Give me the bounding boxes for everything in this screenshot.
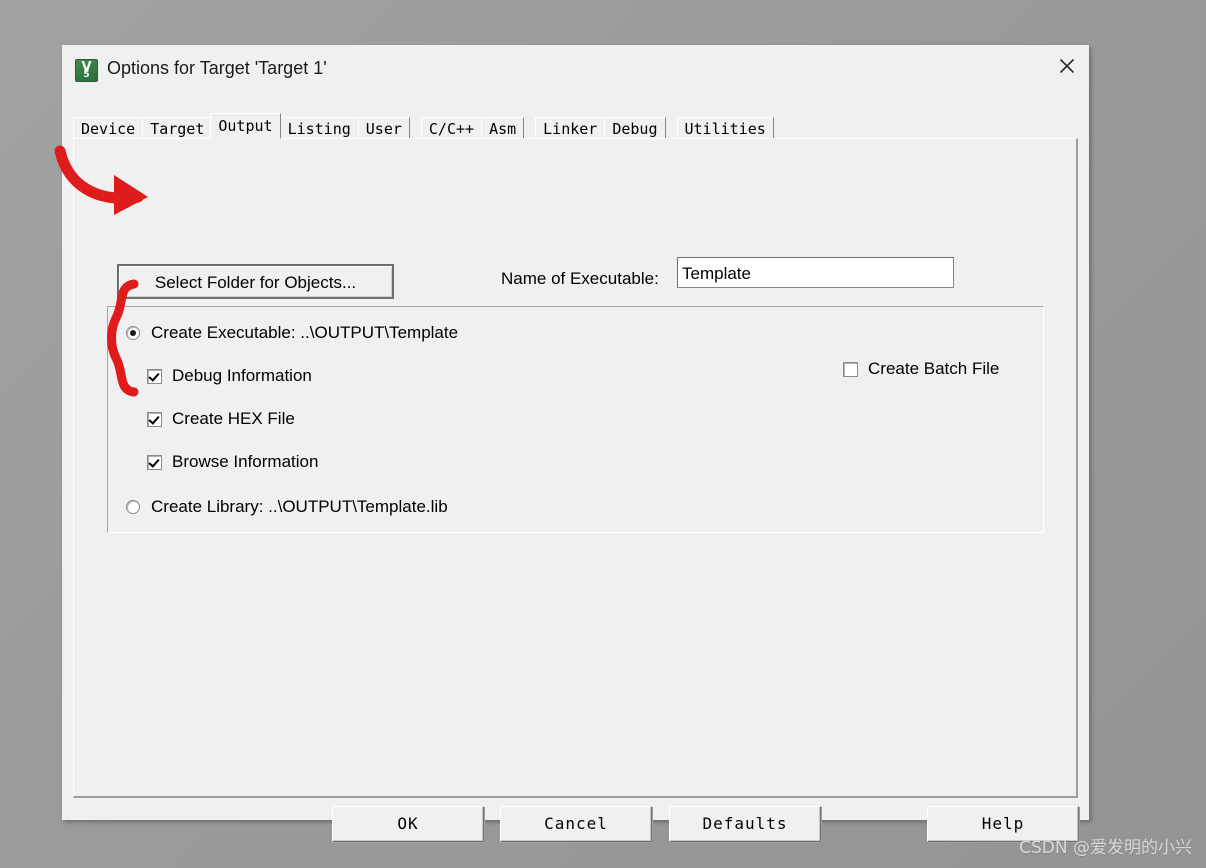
tab-user[interactable]: User — [357, 117, 410, 139]
ok-button[interactable]: OK — [332, 806, 484, 842]
browse-information-checkbox[interactable] — [147, 454, 162, 470]
defaults-button[interactable]: Defaults — [669, 806, 821, 842]
output-options-group: Create Executable: ..\OUTPUT\Template De… — [107, 306, 1044, 533]
create-executable-radio[interactable] — [126, 326, 140, 340]
close-button[interactable] — [1043, 45, 1089, 85]
icon-glyph-bottom: 5 — [83, 70, 90, 80]
create-batch-file-label: Create Batch File — [868, 359, 1000, 378]
browse-information-row[interactable]: Browse Information — [147, 452, 318, 472]
debug-information-label: Debug Information — [172, 366, 312, 385]
name-of-executable-input[interactable] — [677, 257, 954, 288]
tab-output[interactable]: Output — [210, 113, 281, 139]
options-dialog: V 5 Options for Target 'Target 1' Device… — [62, 45, 1089, 842]
create-batch-file-checkbox[interactable] — [843, 361, 858, 377]
tab-strip: Device Target Output Listing User C/C++ … — [73, 113, 1078, 139]
name-of-executable-label: Name of Executable: — [501, 269, 659, 288]
window-title: Options for Target 'Target 1' — [107, 58, 327, 78]
output-tab-page: Select Folder for Objects... Name of Exe… — [73, 138, 1078, 798]
create-library-radio[interactable] — [126, 500, 140, 514]
create-executable-radio-row[interactable]: Create Executable: ..\OUTPUT\Template — [126, 323, 458, 343]
browse-information-label: Browse Information — [172, 452, 319, 471]
tab-target[interactable]: Target — [142, 117, 213, 139]
debug-information-checkbox[interactable] — [147, 368, 162, 384]
close-icon — [1059, 58, 1075, 74]
create-library-radio-row[interactable]: Create Library: ..\OUTPUT\Template.lib — [126, 497, 448, 517]
cancel-button[interactable]: Cancel — [500, 806, 652, 842]
tab-debug[interactable]: Debug — [604, 117, 666, 139]
create-batch-file-row[interactable]: Create Batch File — [843, 359, 999, 379]
tab-device[interactable]: Device — [73, 117, 144, 139]
keil-uvision-icon: V 5 — [75, 59, 98, 82]
tab-utilities[interactable]: Utilities — [676, 117, 774, 139]
tab-listing[interactable]: Listing — [279, 117, 359, 139]
tab-cpp[interactable]: C/C++ — [420, 117, 483, 139]
tab-linker[interactable]: Linker — [535, 117, 606, 139]
create-executable-label: Create Executable: ..\OUTPUT\Template — [151, 323, 459, 342]
csdn-watermark: CSDN @爱发明的小兴 — [1019, 838, 1192, 858]
select-folder-for-objects-button[interactable]: Select Folder for Objects... — [117, 264, 394, 299]
tab-asm[interactable]: Asm — [481, 117, 525, 139]
debug-information-row[interactable]: Debug Information — [147, 366, 312, 386]
create-hex-file-label: Create HEX File — [172, 409, 295, 428]
create-hex-file-checkbox[interactable] — [147, 411, 162, 427]
title-bar: V 5 Options for Target 'Target 1' — [62, 45, 1089, 98]
create-hex-file-row[interactable]: Create HEX File — [147, 409, 295, 429]
create-library-label: Create Library: ..\OUTPUT\Template.lib — [151, 497, 448, 516]
